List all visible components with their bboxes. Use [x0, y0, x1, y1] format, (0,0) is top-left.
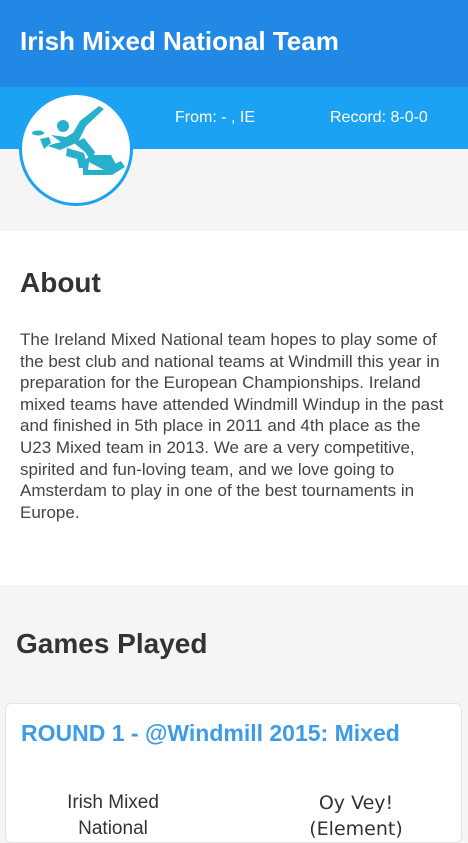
app-header: Irish Mixed National Team — [0, 0, 468, 87]
team-avatar — [19, 92, 133, 206]
away-team-name[interactable]: Oy Vey! (Element) — [296, 790, 416, 842]
team-origin: From: - , IE — [175, 109, 255, 126]
ultimate-frisbee-player-icon — [32, 106, 125, 175]
home-team-name[interactable]: Irish Mixed National — [51, 790, 175, 842]
round-title[interactable]: ROUND 1 - @Windmill 2015: Mixed — [21, 720, 400, 747]
team-record: Record: 8-0-0 — [330, 109, 428, 126]
about-heading: About — [20, 267, 101, 298]
games-heading: Games Played — [16, 628, 208, 659]
game-card[interactable]: ROUND 1 - @Windmill 2015: Mixed Irish Mi… — [5, 703, 462, 843]
about-text: The Ireland Mixed National team hopes to… — [20, 330, 444, 522]
page-title: Irish Mixed National Team — [20, 26, 339, 56]
